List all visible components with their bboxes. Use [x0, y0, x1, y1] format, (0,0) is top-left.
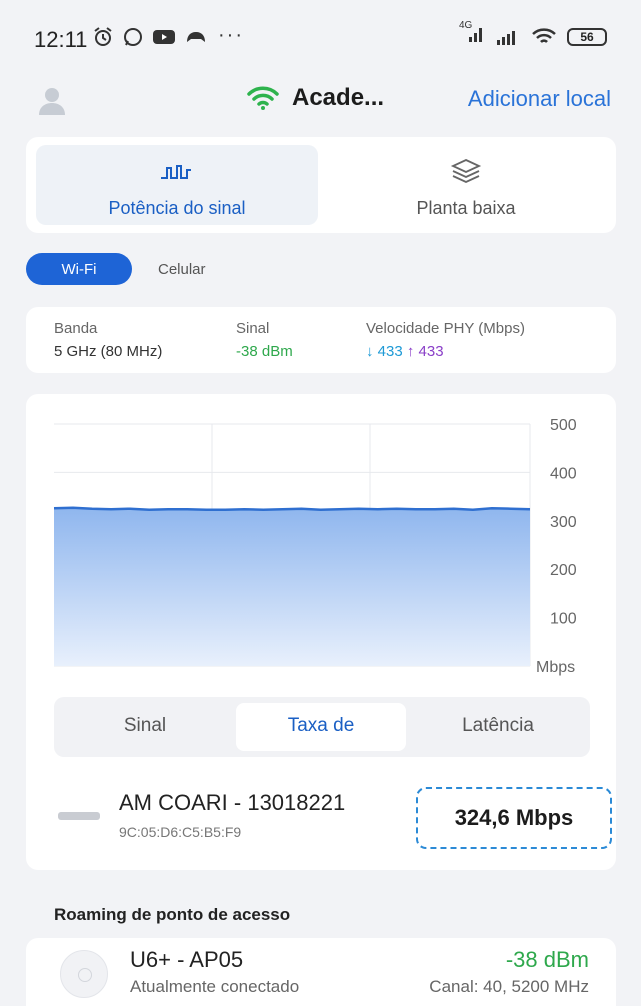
battery-indicator: 56 — [567, 27, 607, 46]
device-mac: 9C:05:D6:C5:B5:F9 — [119, 824, 242, 840]
chart-y-tick-label: 400 — [550, 465, 577, 482]
signal-label: Sinal — [236, 320, 270, 337]
cell-signal-4g-icon: 4G — [459, 20, 485, 47]
phy-speed-values: ↓ 433 ↑ 433 — [366, 343, 525, 360]
tab-metric-signal[interactable]: Sinal — [54, 715, 236, 737]
device-name: AM COARI - 13018221 — [119, 790, 346, 815]
tab-metric-rate[interactable]: Taxa de — [236, 715, 406, 737]
whatsapp-icon — [124, 28, 142, 46]
toggle-cellular[interactable]: Celular — [158, 261, 206, 278]
layers-icon — [450, 159, 482, 183]
status-notification-icons — [92, 26, 208, 48]
status-time: 12:11 — [34, 27, 88, 52]
throughput-chart: 500 400 300 200 100 Mbps — [53, 417, 577, 676]
network-type-label: 4G — [459, 20, 473, 31]
phy-up-value: ↑ 433 — [406, 343, 444, 360]
chart-y-unit-label: Mbps — [536, 659, 575, 676]
user-avatar-icon[interactable] — [36, 84, 68, 116]
signal-wave-icon — [161, 165, 191, 179]
ap-signal: -38 dBm — [505, 947, 589, 972]
tab-signal-strength[interactable]: Potência do sinal — [36, 158, 318, 219]
signal-info: Sinal -38 dBm — [236, 320, 293, 360]
phy-down-value: ↓ 433 — [366, 343, 403, 360]
tab-floor-plan-label: Planta baixa — [416, 198, 516, 218]
tab-metric-latency[interactable]: Latência — [406, 715, 590, 737]
game-controller-icon — [187, 32, 205, 42]
band-info: Banda 5 GHz (80 MHz) — [54, 320, 162, 360]
access-point-device-icon — [58, 812, 100, 820]
current-speed: 324,6 Mbps — [416, 787, 612, 849]
throughput-area — [54, 507, 530, 666]
chart-y-tick-label: 300 — [550, 514, 577, 531]
cell-signal-icon — [497, 30, 515, 45]
tab-signal-strength-label: Potência do sinal — [108, 198, 246, 218]
band-label: Banda — [54, 320, 98, 337]
status-more-dots: ··· — [218, 24, 244, 46]
throughput-line — [53, 506, 531, 511]
alarm-icon — [94, 27, 112, 46]
access-point-icon — [60, 950, 108, 998]
signal-value: -38 dBm — [236, 343, 293, 360]
roaming-title: Roaming de ponto de acesso — [54, 905, 291, 924]
chart-y-tick-label: 100 — [550, 611, 577, 628]
wifi-icon — [247, 86, 279, 110]
ap-name: U6+ - AP05 — [130, 947, 244, 972]
chart-y-tick-label: 200 — [550, 562, 577, 579]
phy-speed-label: Velocidade PHY (Mbps) — [366, 320, 525, 337]
phy-speed-info: Velocidade PHY (Mbps) ↓ 433 ↑ 433 — [366, 320, 525, 360]
wifi-status-icon — [532, 27, 556, 43]
current-network[interactable]: Acade... — [246, 84, 384, 112]
band-value: 5 GHz (80 MHz) — [54, 343, 163, 360]
ap-status: Atualmente conectado — [130, 977, 300, 996]
add-location-button[interactable]: Adicionar local — [468, 86, 611, 112]
tab-floor-plan[interactable]: Planta baixa — [318, 156, 614, 219]
chart-y-tick-label: 500 — [550, 417, 577, 434]
status-system-icons: 4G 56 — [459, 20, 607, 47]
toggle-wifi[interactable]: Wi-Fi — [26, 253, 132, 285]
youtube-icon — [153, 30, 175, 44]
ap-channel: Canal: 40, 5200 MHz — [429, 977, 589, 996]
network-name: Acade... — [292, 84, 385, 111]
